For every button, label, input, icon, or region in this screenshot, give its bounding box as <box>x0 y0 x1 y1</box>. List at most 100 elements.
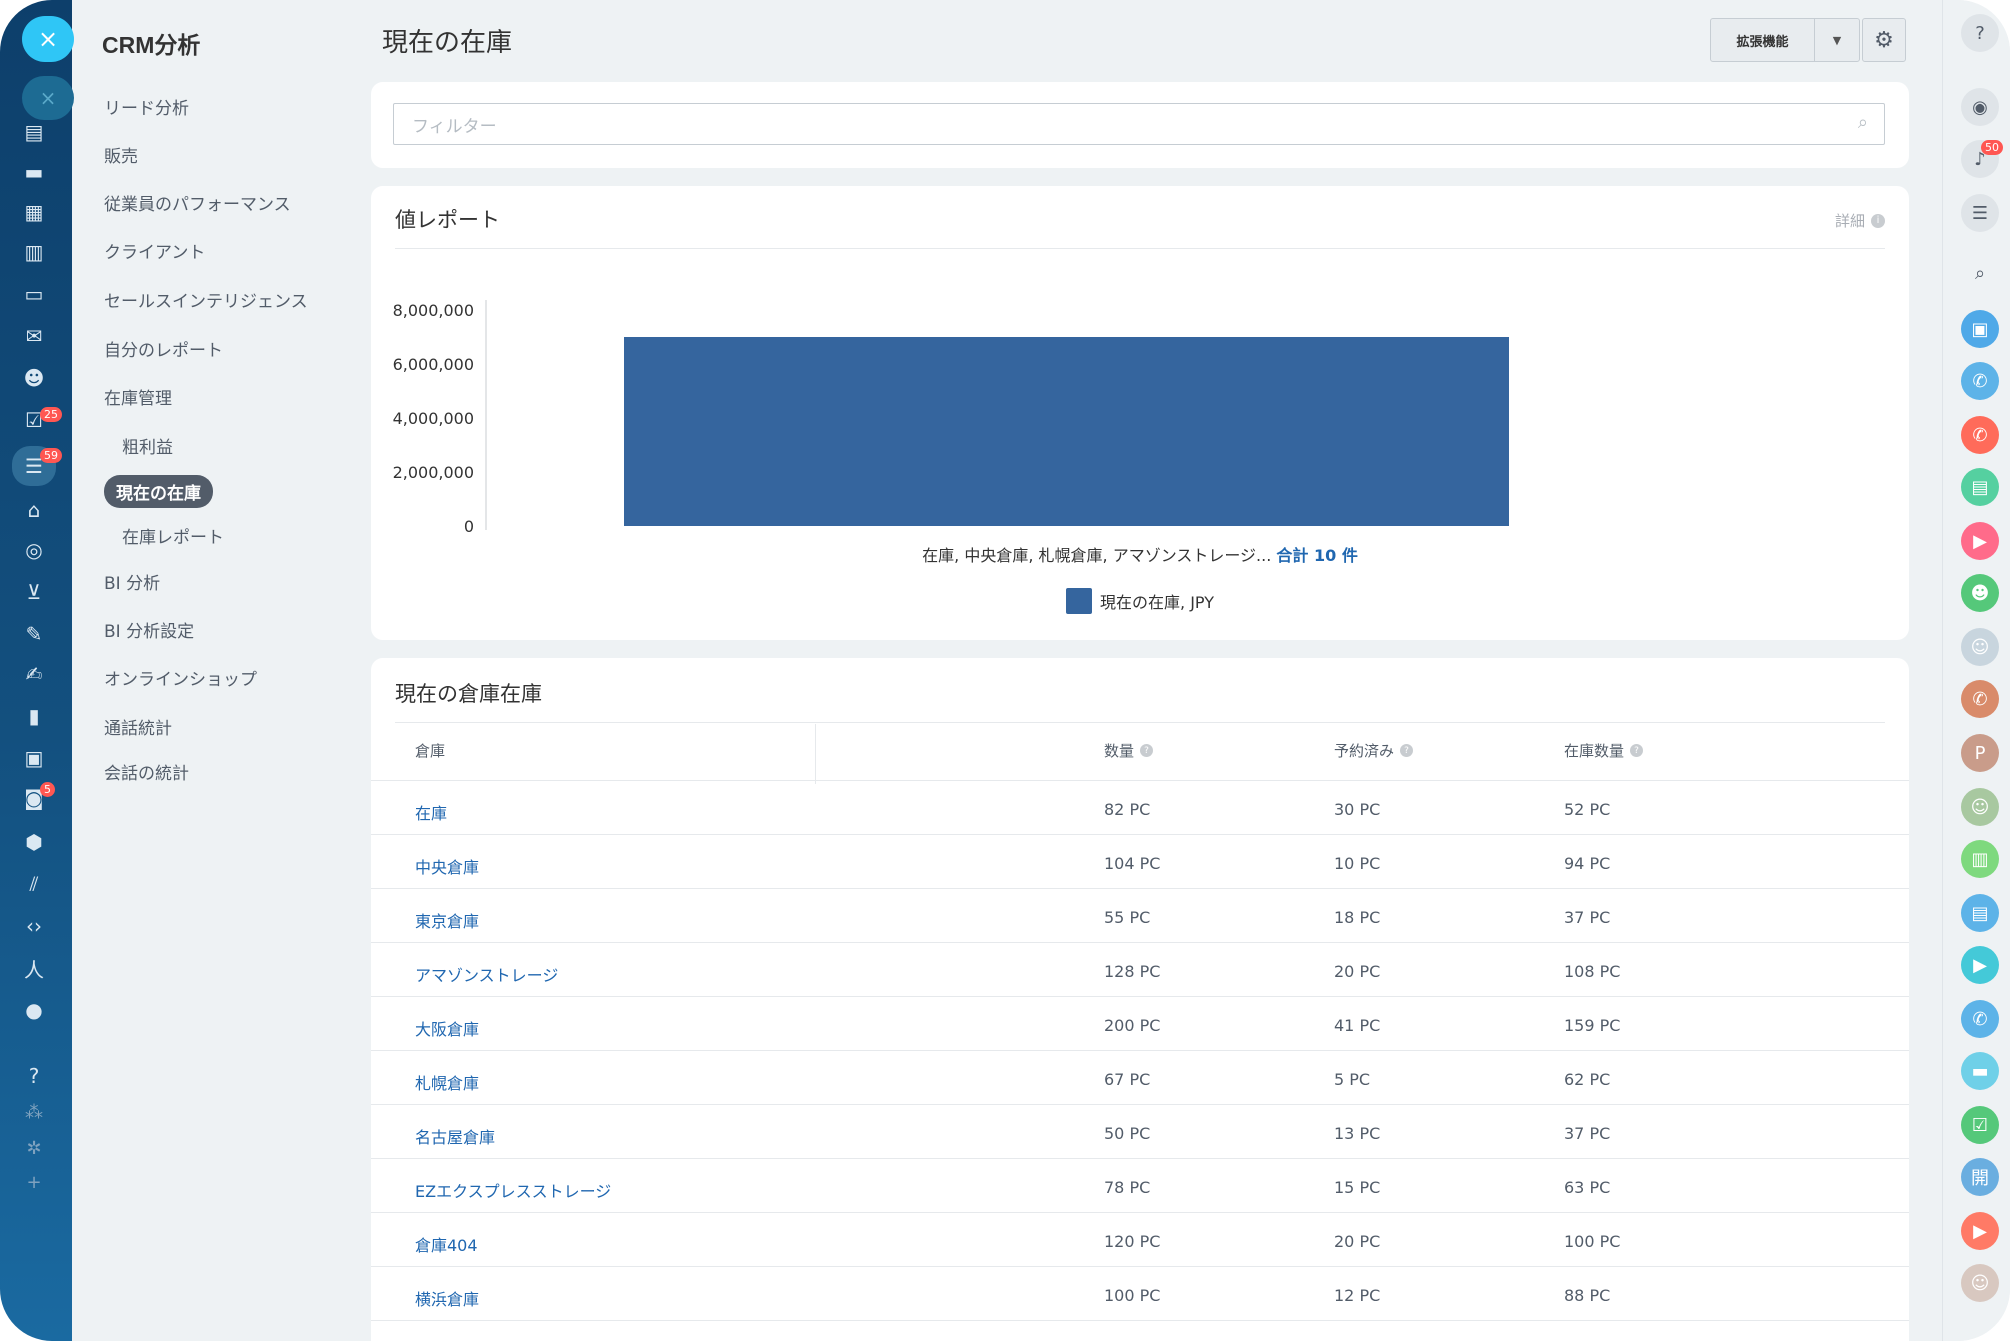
menu-item-inventory-management[interactable]: 在庫管理 <box>104 384 172 409</box>
video-icon[interactable]: ▶ <box>1961 946 1999 984</box>
avatar[interactable]: ☺ <box>1961 788 1999 826</box>
warehouse-name-link[interactable]: 横浜倉庫 <box>415 1286 479 1310</box>
group-icon[interactable]: ☻ <box>1961 574 1999 612</box>
cart-icon[interactable]: ⊻ <box>18 578 50 606</box>
x-axis-category-label: 在庫, 中央倉庫, 札幌倉庫, アマゾンストレージ... 合計 10 件 <box>371 542 1909 566</box>
menu-item-bi-settings[interactable]: BI 分析設定 <box>104 617 194 642</box>
collapse-icon[interactable]: × <box>22 76 74 120</box>
video-icon[interactable]: ▶ <box>1961 1212 1999 1250</box>
code-icon[interactable]: ‹› <box>18 912 50 940</box>
warehouse-name-link[interactable]: アマゾンストレージ <box>415 962 558 986</box>
analytics-icon[interactable]: ▮ <box>18 702 50 730</box>
reserved-cell: 30 PC <box>1334 800 1381 819</box>
task-icon[interactable]: ☑ <box>1961 1106 1999 1144</box>
settings-icon[interactable]: ✲ <box>18 1134 50 1162</box>
warehouse-name-link[interactable]: EZエクスプレスストレージ <box>415 1178 611 1202</box>
check-circle-icon[interactable]: ● <box>18 996 50 1024</box>
lock-icon[interactable]: ▣ <box>1961 310 1999 348</box>
row-divider <box>371 834 1909 835</box>
sitemap-icon[interactable]: ⁂ <box>18 1098 50 1126</box>
avatar[interactable]: ☺ <box>1961 1264 1999 1302</box>
calendar-icon[interactable]: ▦ <box>18 198 50 226</box>
search-icon[interactable]: ⌕ <box>1858 112 1868 133</box>
contacts-icon[interactable]: ☻ <box>18 364 50 392</box>
document-icon[interactable]: ▥ <box>1961 840 1999 878</box>
feed-icon[interactable]: ▤ <box>18 118 50 146</box>
menu-item-online-shop[interactable]: オンラインショップ <box>104 665 257 690</box>
target-icon[interactable]: ◎ <box>18 536 50 564</box>
help-icon[interactable]: ? <box>1961 14 1999 52</box>
help-icon[interactable]: ? <box>18 1062 50 1090</box>
copilot-icon[interactable]: ◉ <box>1961 88 1999 126</box>
pen-icon[interactable]: ✍ <box>18 660 50 688</box>
menu-item-sales[interactable]: 販売 <box>104 142 138 167</box>
gear-icon[interactable]: ⚙ <box>1862 18 1906 62</box>
search-icon[interactable]: ⌕ <box>1961 254 1999 292</box>
column-header-reserved[interactable]: 予約済み ? <box>1334 740 1414 761</box>
market-icon[interactable]: ⫽ <box>18 870 50 898</box>
avatar[interactable]: ☺ <box>1961 628 1999 666</box>
chevron-down-icon[interactable]: ▼ <box>1814 19 1859 61</box>
menu-item-my-reports[interactable]: 自分のレポート <box>104 336 223 361</box>
chat-avatar[interactable]: 開 <box>1961 1158 1999 1196</box>
menu-item-bi-analysis[interactable]: BI 分析 <box>104 569 160 594</box>
chart-bar[interactable] <box>624 337 1509 526</box>
sign-icon[interactable]: ✎ <box>18 620 50 648</box>
stock-quantity-cell: 159 PC <box>1564 1016 1621 1035</box>
id-card-icon[interactable]: ▣ <box>18 744 50 772</box>
menu-item-clients[interactable]: クライアント <box>104 238 205 263</box>
quantity-cell: 50 PC <box>1104 1124 1151 1143</box>
warehouse-name-link[interactable]: 中央倉庫 <box>415 854 479 878</box>
menu-item-current-stock[interactable]: 現在の在庫 <box>104 475 213 508</box>
company-icon[interactable]: ⌂ <box>18 496 50 524</box>
help-icon[interactable]: ? <box>1140 744 1154 757</box>
phone-icon[interactable]: ✆ <box>1961 416 1999 454</box>
category-total-link[interactable]: 合計 10 件 <box>1276 546 1357 565</box>
chat-icon[interactable]: ▬ <box>18 158 50 186</box>
box-icon[interactable]: ⬢ <box>18 828 50 856</box>
stock-quantity-cell: 63 PC <box>1564 1178 1611 1197</box>
extensions-button[interactable]: 拡張機能 <box>1711 19 1814 61</box>
value-report-card: 値レポート 詳細 i 8,000,000 6,000,000 4,000,000 2,… <box>371 186 1909 640</box>
filter-placeholder: フィルター <box>412 116 497 137</box>
phone-icon[interactable]: ✆ <box>1961 362 1999 400</box>
warehouse-name-link[interactable]: 大阪倉庫 <box>415 1016 479 1040</box>
close-icon[interactable]: × <box>22 16 74 62</box>
menu-item-lead-analysis[interactable]: リード分析 <box>104 94 189 119</box>
column-divider <box>815 724 816 784</box>
avatar[interactable]: P <box>1961 734 1999 772</box>
warehouse-name-link[interactable]: 名古屋倉庫 <box>415 1124 495 1148</box>
document-icon[interactable]: ▥ <box>18 238 50 266</box>
drive-icon[interactable]: ▭ <box>18 280 50 308</box>
warehouse-name-link[interactable]: 倉庫404 <box>415 1232 478 1256</box>
chat-icon[interactable]: ▬ <box>1961 1052 1999 1090</box>
filter-input[interactable]: フィルター ⌕ <box>393 103 1885 145</box>
phone-icon[interactable]: ✆ <box>1961 680 1999 718</box>
mail-icon[interactable]: ✉ <box>18 322 50 350</box>
menu-item-conversation-stats[interactable]: 会話の統計 <box>104 759 189 784</box>
menu-item-sales-intelligence[interactable]: セールスインテリジェンス <box>104 287 308 312</box>
warehouse-name-link[interactable]: 札幌倉庫 <box>415 1070 479 1094</box>
video-icon[interactable]: ▶ <box>1961 522 1999 560</box>
stock-quantity-cell: 108 PC <box>1564 962 1621 981</box>
help-icon[interactable]: ? <box>1400 744 1414 757</box>
messages-icon[interactable]: ☰ <box>1961 194 1999 232</box>
contact-card-icon[interactable]: ▤ <box>1961 894 1999 932</box>
person-icon[interactable]: 人 <box>18 954 50 982</box>
menu-item-stock-report[interactable]: 在庫レポート <box>122 523 224 548</box>
crm-badge: 59 <box>40 448 62 463</box>
warehouse-name-link[interactable]: 在庫 <box>415 800 447 824</box>
menu-item-gross-profit[interactable]: 粗利益 <box>122 433 173 458</box>
menu-item-employee-performance[interactable]: 従業員のパフォーマンス <box>104 190 291 215</box>
add-icon[interactable]: + <box>18 1168 50 1196</box>
warehouse-name-link[interactable]: 東京倉庫 <box>415 908 479 932</box>
column-header-warehouse[interactable]: 倉庫 <box>415 740 445 761</box>
column-header-quantity[interactable]: 数量 ? <box>1104 740 1154 761</box>
help-icon[interactable]: ? <box>1630 744 1644 757</box>
row-divider <box>371 1212 1909 1213</box>
stock-quantity-cell: 52 PC <box>1564 800 1611 819</box>
contact-card-icon[interactable]: ▤ <box>1961 468 1999 506</box>
column-header-stock-quantity[interactable]: 在庫数量 ? <box>1564 740 1644 761</box>
phone-icon[interactable]: ✆ <box>1961 1000 1999 1038</box>
menu-item-call-stats[interactable]: 通話統計 <box>104 714 172 739</box>
